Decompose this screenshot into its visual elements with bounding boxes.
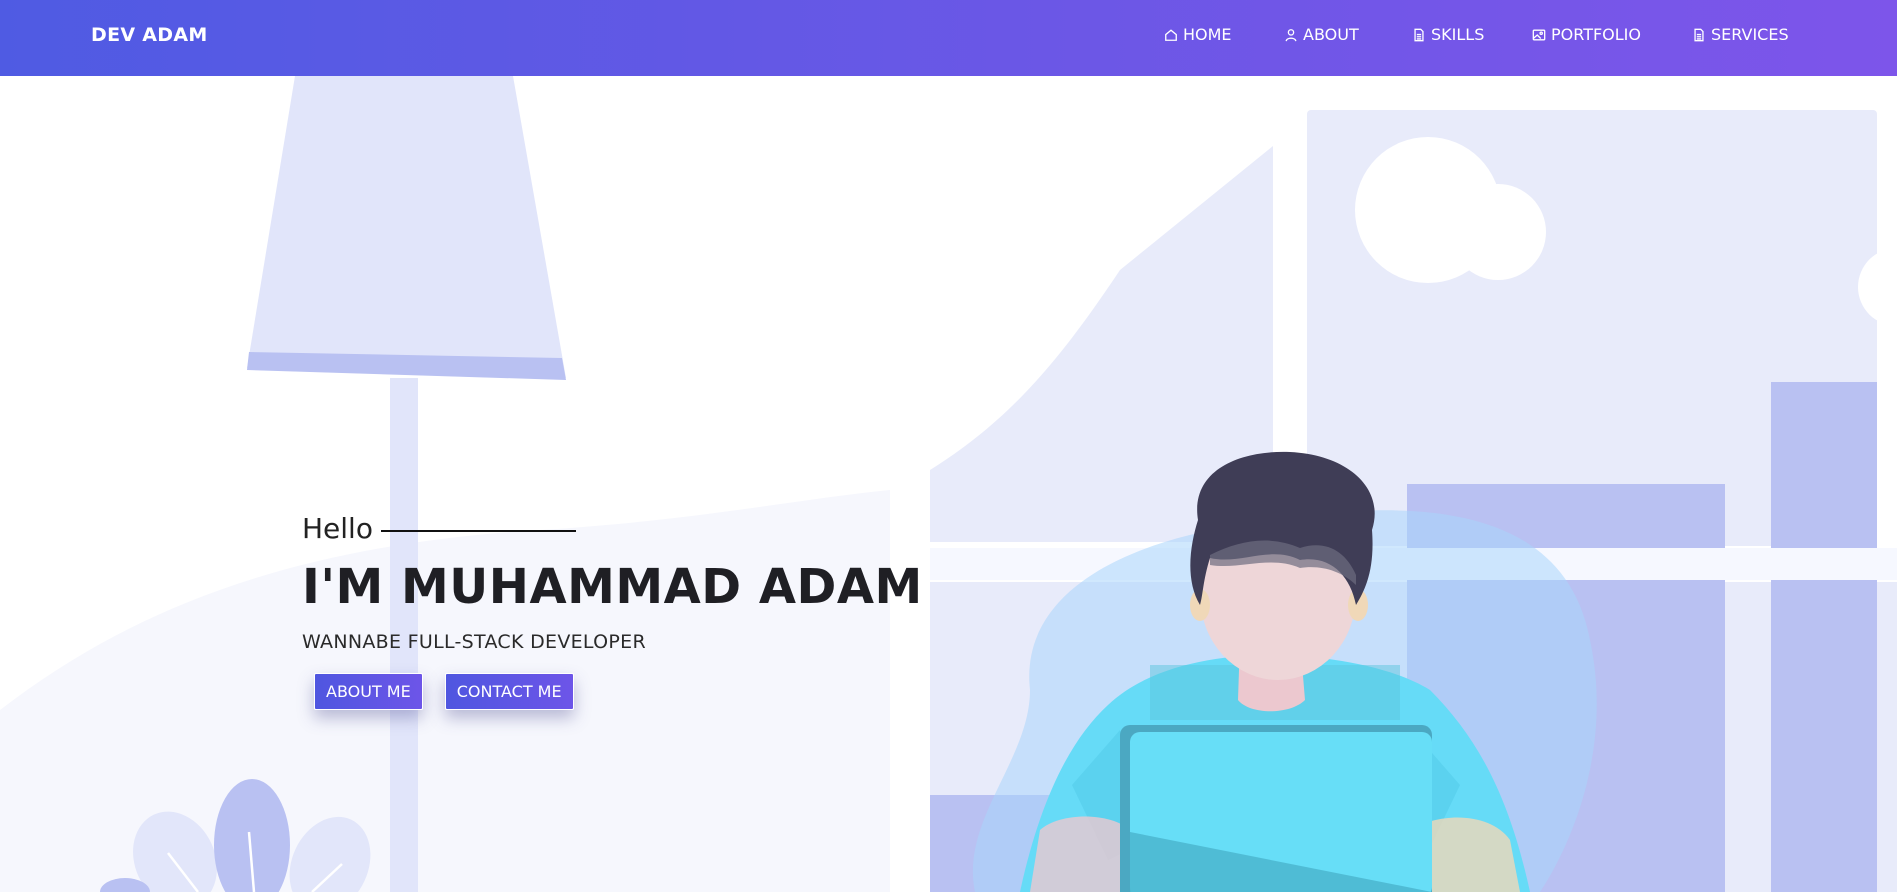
nav-label: PORTFOLIO xyxy=(1551,25,1641,44)
nav-item-home[interactable]: HOME xyxy=(1164,25,1232,44)
nav-item-skills[interactable]: SKILLS xyxy=(1412,25,1484,44)
image-icon xyxy=(1532,28,1546,42)
hero-role: WANNABE FULL-STACK DEVELOPER xyxy=(302,631,646,653)
nav-item-portfolio[interactable]: PORTFOLIO xyxy=(1532,25,1641,44)
user-icon xyxy=(1284,28,1298,42)
about-me-button[interactable]: ABOUT ME xyxy=(314,673,423,710)
hero-illustration xyxy=(0,76,1897,892)
hero-section: Hello I'M MUHAMMAD ADAM WANNABE FULL-STA… xyxy=(302,512,923,710)
nav-label: SERVICES xyxy=(1711,25,1789,44)
nav-item-services[interactable]: SERVICES xyxy=(1692,25,1789,44)
navbar: DEV ADAM HOME ABOUT SKILLS PORTFOLIO SER… xyxy=(0,0,1897,76)
nav-label: SKILLS xyxy=(1431,25,1485,44)
page: DEV ADAM HOME ABOUT SKILLS PORTFOLIO SER… xyxy=(0,0,1897,892)
contact-me-button[interactable]: CONTACT ME xyxy=(444,673,574,710)
document-icon xyxy=(1412,28,1426,42)
hero-name: I'M MUHAMMAD ADAM xyxy=(302,559,923,615)
hero-buttons: ABOUT ME CONTACT ME xyxy=(314,673,923,710)
nav-label: HOME xyxy=(1183,25,1232,44)
greeting-text: Hello xyxy=(302,512,373,545)
document-icon xyxy=(1692,28,1706,42)
nav-item-about[interactable]: ABOUT xyxy=(1284,25,1359,44)
greeting-underline xyxy=(380,529,576,532)
greeting-row: Hello xyxy=(302,512,923,545)
nav-menu: HOME ABOUT SKILLS PORTFOLIO SERVICES xyxy=(0,25,1897,49)
home-icon xyxy=(1164,28,1178,42)
nav-label: ABOUT xyxy=(1303,25,1359,44)
